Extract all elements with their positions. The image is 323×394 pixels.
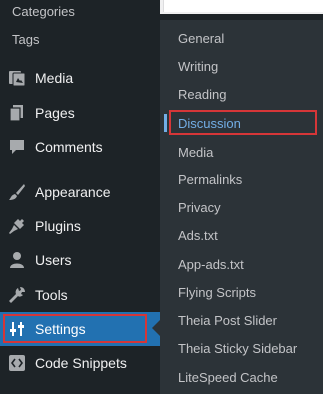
sidebar-item-tools[interactable]: Tools [0, 278, 160, 312]
sidebar-subitem-tags[interactable]: Tags [12, 32, 39, 48]
sidebar-item-users[interactable]: Users [0, 243, 160, 277]
flyout-item-media[interactable]: Media [178, 145, 213, 161]
sidebar-item-label: Settings [35, 321, 86, 337]
flyout-item-discussion[interactable]: Discussion [178, 116, 241, 132]
sidebar-item-pages[interactable]: Pages [0, 96, 160, 130]
sidebar-item-comments[interactable]: Comments [0, 130, 160, 164]
sidebar-item-label: Media [35, 70, 74, 86]
users-icon [7, 250, 27, 270]
flyout-item-app-ads-txt[interactable]: App-ads.txt [178, 257, 244, 273]
flyout-item-ads-txt[interactable]: Ads.txt [178, 228, 218, 244]
sidebar-item-label: Code Snippets [35, 355, 127, 371]
sidebar-item-label: Comments [35, 139, 103, 155]
sidebar-item-label: Plugins [35, 218, 81, 234]
plugins-icon [7, 216, 27, 236]
tools-icon [7, 285, 27, 305]
settings-flyout-menu: General Writing Reading Discussion Media… [160, 20, 323, 394]
code-snippets-icon [7, 353, 27, 373]
sidebar-item-code-snippets[interactable]: Code Snippets [0, 346, 160, 380]
admin-sidebar: Categories Tags Media Pages Comments App… [0, 0, 160, 394]
pages-icon [7, 103, 27, 123]
media-icon [7, 68, 27, 88]
flyout-item-litespeed-cache[interactable]: LiteSpeed Cache [178, 370, 278, 386]
active-item-indicator [164, 114, 167, 132]
sidebar-subitem-categories[interactable]: Categories [12, 4, 75, 20]
sidebar-item-label: Tools [35, 287, 68, 303]
flyout-pointer [152, 320, 160, 336]
appearance-icon [7, 182, 27, 202]
flyout-item-general[interactable]: General [178, 31, 224, 47]
sidebar-item-label: Appearance [35, 184, 111, 200]
sidebar-item-label: Users [35, 252, 72, 268]
content-area-panel [163, 0, 323, 12]
comments-icon [7, 137, 27, 157]
flyout-item-privacy[interactable]: Privacy [178, 200, 221, 216]
flyout-item-writing[interactable]: Writing [178, 59, 218, 75]
sidebar-item-appearance[interactable]: Appearance [0, 175, 160, 209]
flyout-item-permalinks[interactable]: Permalinks [178, 172, 242, 188]
flyout-item-theia-post-slider[interactable]: Theia Post Slider [178, 313, 277, 329]
sidebar-item-label: Pages [35, 105, 75, 121]
sidebar-item-settings[interactable]: Settings [0, 312, 160, 346]
flyout-item-theia-sticky-sidebar[interactable]: Theia Sticky Sidebar [178, 341, 297, 357]
sidebar-item-media[interactable]: Media [0, 61, 160, 95]
settings-icon [7, 319, 27, 339]
flyout-item-reading[interactable]: Reading [178, 87, 226, 103]
sidebar-item-plugins[interactable]: Plugins [0, 209, 160, 243]
flyout-item-flying-scripts[interactable]: Flying Scripts [178, 285, 256, 301]
